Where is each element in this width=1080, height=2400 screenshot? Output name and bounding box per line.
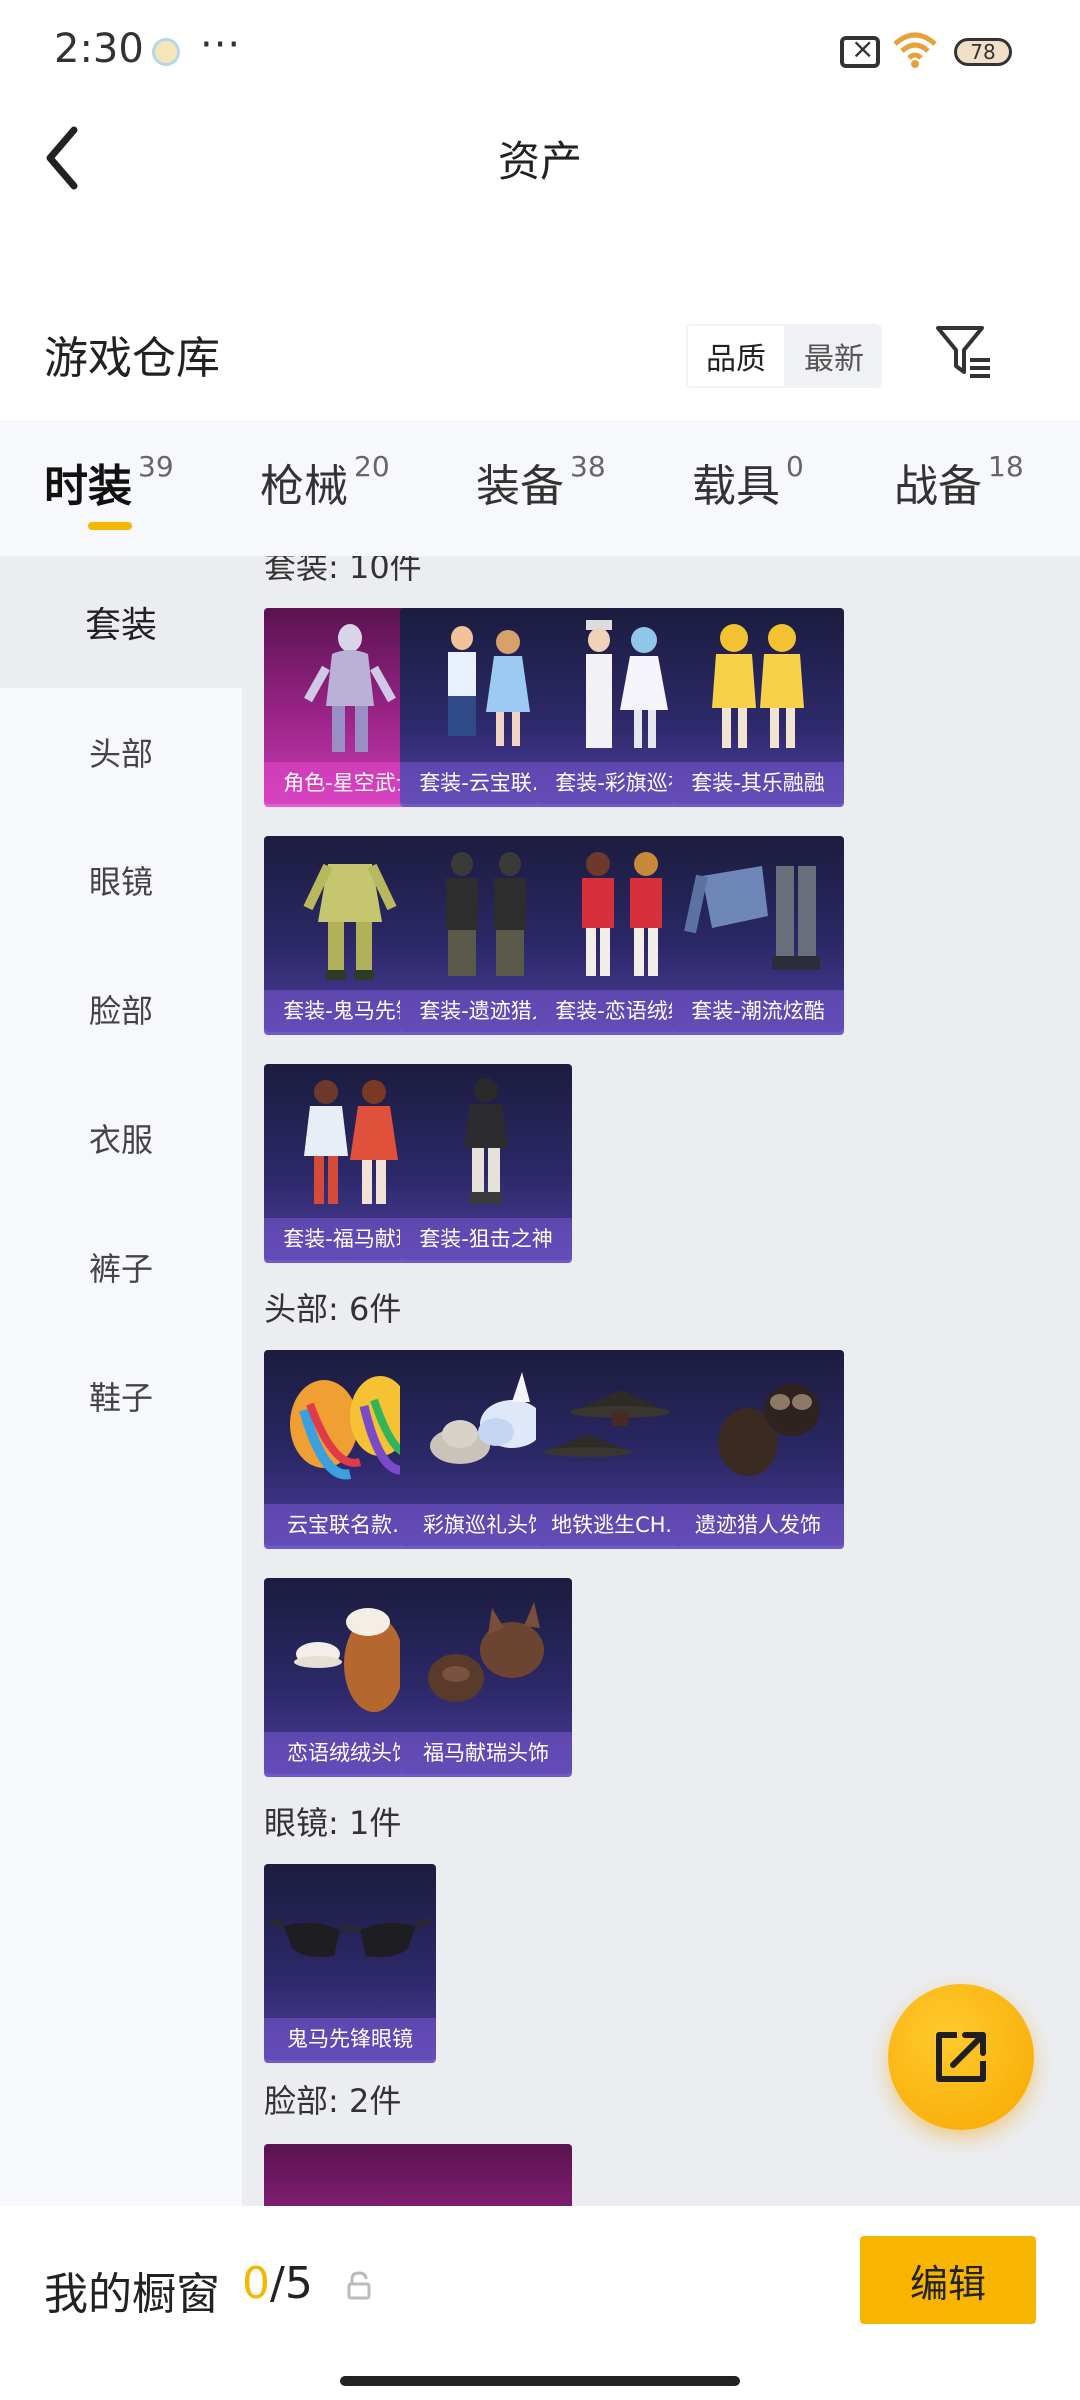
item-label: 套装-其乐融融: [672, 762, 844, 804]
tab-count: 18: [988, 450, 1024, 483]
tab-label: 战备: [894, 461, 982, 512]
tab-count: 39: [138, 450, 174, 483]
item-card[interactable]: 套装-潮流炫酷: [672, 836, 844, 1032]
share-icon: [936, 2032, 986, 2082]
sort-by-newest-button[interactable]: 最新: [786, 324, 882, 388]
item-card[interactable]: 套装-其乐融融: [672, 608, 844, 804]
battery-icon: 78: [954, 38, 1012, 66]
category-tabs: 时装 39 枪械 20 装备 38 载具 0 战备 18: [0, 420, 1080, 556]
tab-count: 0: [786, 450, 804, 483]
tab-fashion[interactable]: 时装 39: [44, 450, 174, 514]
sort-by-quality-button[interactable]: 品质: [686, 324, 786, 388]
item-label: 遗迹猎人发饰: [672, 1504, 844, 1546]
tab-count: 38: [570, 450, 606, 483]
warehouse-title: 游戏仓库: [44, 333, 220, 384]
status-bar: 2:30 ··· 78: [0, 0, 1080, 100]
item-card[interactable]: 福马献瑞头饰: [400, 1578, 572, 1774]
outfit-figure-icon: [464, 1078, 508, 1204]
tab-label: 枪械: [260, 461, 348, 512]
showcase-count: 0/5: [242, 2258, 313, 2309]
item-grid[interactable]: 套装: 10件 角色-星空武士 套装-云宝联… 套装-彩旗巡礼 套装-其乐融融 …: [242, 556, 1080, 2206]
item-label: 鬼马先锋眼镜: [264, 2018, 436, 2060]
sidebar-item-face[interactable]: 脸部: [0, 943, 242, 1075]
sidebar-item-suit[interactable]: 套装: [0, 556, 242, 688]
sort-toggle: 品质 最新: [686, 324, 882, 388]
status-time: 2:30: [54, 26, 144, 72]
no-sim-icon: [840, 32, 880, 68]
lock-icon: [346, 2270, 372, 2300]
active-tab-indicator: [88, 522, 132, 530]
item-label: 福马献瑞头饰: [400, 1732, 572, 1774]
tab-supplies[interactable]: 战备 18: [894, 450, 1024, 514]
sidebar-item-shoes[interactable]: 鞋子: [0, 1330, 242, 1462]
sidebar-item-clothes[interactable]: 衣服: [0, 1072, 242, 1204]
item-card[interactable]: [400, 2144, 572, 2206]
subcategory-sidebar: 套装 头部 眼镜 脸部 衣服 裤子 鞋子: [0, 556, 242, 2206]
item-card[interactable]: 遗迹猎人发饰: [672, 1350, 844, 1546]
showcase-total-count: /5: [270, 2258, 313, 2309]
item-label: 套装-潮流炫酷: [672, 990, 844, 1032]
tab-guns[interactable]: 枪械 20: [260, 450, 390, 514]
home-indicator[interactable]: [340, 2376, 740, 2386]
group-heading-head: 头部: 6件: [264, 1290, 402, 1328]
showcase-current-count: 0: [242, 2258, 270, 2309]
tab-equipment[interactable]: 装备 38: [476, 450, 606, 514]
animal-ears-headwear-icon: [428, 1602, 544, 1702]
edit-button[interactable]: 编辑: [860, 2236, 1036, 2324]
group-heading-suit: 套装: 10件: [264, 556, 422, 586]
more-notifications-icon: ···: [200, 22, 242, 68]
item-label: 套装-狙击之神: [400, 1218, 572, 1260]
group-heading-face: 脸部: 2件: [264, 2082, 402, 2120]
page-title: 资产: [497, 137, 582, 186]
bottom-bar: 我的橱窗 0/5 编辑: [0, 2206, 1080, 2400]
showcase-label: 我的橱窗: [44, 2269, 220, 2320]
sunglasses-icon: [269, 1917, 431, 1957]
tab-label: 时装: [44, 461, 132, 512]
sidebar-item-head[interactable]: 头部: [0, 686, 242, 818]
tab-label: 装备: [476, 461, 564, 512]
item-card[interactable]: 鬼马先锋眼镜: [264, 1864, 436, 2060]
share-button[interactable]: [888, 1984, 1034, 2130]
outfit-figure-icon: [684, 866, 820, 970]
app-notification-icon: [152, 38, 180, 66]
filter-icon[interactable]: [934, 322, 994, 382]
outfit-figure-icon: [712, 624, 804, 748]
tab-vehicles[interactable]: 载具 0: [692, 450, 804, 514]
tab-label: 载具: [692, 461, 780, 512]
hair-accessory-icon: [718, 1384, 820, 1476]
group-heading-glasses: 眼镜: 1件: [264, 1804, 402, 1842]
wifi-icon: [892, 30, 938, 79]
tab-count: 20: [354, 450, 390, 483]
sidebar-item-pants[interactable]: 裤子: [0, 1201, 242, 1333]
item-card[interactable]: 套装-狙击之神: [400, 1064, 572, 1260]
sidebar-item-glasses[interactable]: 眼镜: [0, 814, 242, 946]
